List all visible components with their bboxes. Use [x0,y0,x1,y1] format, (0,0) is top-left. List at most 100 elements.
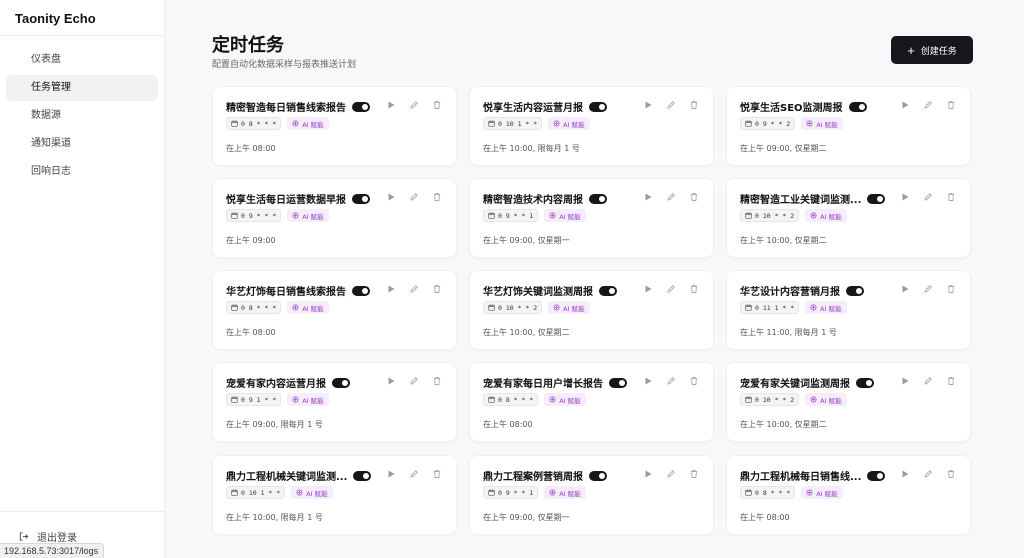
task-enabled-toggle[interactable] [856,377,874,388]
delete-icon[interactable] [689,192,699,202]
run-icon[interactable] [643,192,653,202]
delete-icon[interactable] [432,100,442,110]
edit-icon[interactable] [923,376,933,386]
edit-icon[interactable] [666,192,676,202]
delete-icon[interactable] [689,284,699,294]
task-enabled-toggle[interactable] [589,470,607,481]
delete-icon[interactable] [946,100,956,110]
task-schedule: 在上午 10:00, 仅星期二 [483,328,570,337]
task-card-header: 华艺灯饰每日销售线索报告 [226,283,370,298]
delete-icon[interactable] [432,284,442,294]
task-title: 精密智造每日销售线索报告 [226,103,346,114]
run-icon[interactable] [900,469,910,479]
page-title: 定时任务 [212,35,284,56]
run-icon[interactable] [643,469,653,479]
edit-icon[interactable] [409,100,419,110]
sidebar-item-logs[interactable]: 回响日志 [6,159,158,185]
run-icon[interactable] [386,376,396,386]
sparkle-icon [292,120,299,127]
sidebar-item-notifications[interactable]: 通知渠道 [6,131,158,157]
cron-badge: 0 9 1 * * [226,393,282,406]
sparkle-icon [549,396,556,403]
ai-badge: AI 赋能 [805,393,847,406]
task-enabled-toggle[interactable] [867,470,886,481]
edit-icon[interactable] [666,469,676,479]
task-tags: 0 8 * * * AI 赋能 [226,301,329,314]
delete-icon[interactable] [689,100,699,110]
task-enabled-toggle[interactable] [352,101,370,112]
cron-badge: 0 10 1 * * [226,486,286,499]
sidebar-item-dashboard[interactable]: 仪表盘 [6,47,158,73]
task-enabled-toggle[interactable] [332,377,350,388]
ai-badge: AI 赋能 [544,486,586,499]
task-card-header: 鼎力工程机械关键词监测... [226,468,372,483]
ai-badge: AI 赋能 [287,393,329,406]
run-icon[interactable] [643,376,653,386]
task-card: 鼎力工程机械关键词监测... 0 10 1 * * AI 赋能 在上午 10:0… [212,455,457,535]
sidebar-item-tasks[interactable]: 任务管理 [6,75,158,101]
task-card-header: 华艺灯饰关键词监测周报 [483,283,617,298]
task-enabled-toggle[interactable] [353,470,372,481]
task-enabled-toggle[interactable] [589,193,607,204]
edit-icon[interactable] [923,284,933,294]
edit-icon[interactable] [923,192,933,202]
task-title: 宠爱有家内容运营月报 [226,379,326,390]
run-icon[interactable] [900,284,910,294]
ai-label: AI 赋能 [820,396,842,405]
delete-icon[interactable] [946,284,956,294]
task-enabled-toggle[interactable] [846,285,864,296]
calendar-icon [231,212,238,219]
delete-icon[interactable] [432,469,442,479]
run-icon[interactable] [900,100,910,110]
task-title: 华艺灯饰每日销售线索报告 [226,287,346,298]
run-icon[interactable] [643,100,653,110]
sidebar-item-datasources[interactable]: 数据源 [6,103,158,129]
delete-icon[interactable] [946,192,956,202]
edit-icon[interactable] [923,100,933,110]
edit-icon[interactable] [409,469,419,479]
task-actions [386,376,442,386]
task-actions [643,284,699,294]
logout-icon [19,532,29,541]
run-icon[interactable] [900,376,910,386]
delete-icon[interactable] [946,376,956,386]
logout-button[interactable]: 退出登录 [18,529,77,544]
edit-icon[interactable] [409,192,419,202]
task-actions [900,192,956,202]
task-enabled-toggle[interactable] [867,193,886,204]
cron-expression: 0 8 * * * [241,119,277,128]
edit-icon[interactable] [923,469,933,479]
edit-icon[interactable] [409,376,419,386]
task-tags: 0 8 * * * AI 赋能 [740,486,843,499]
task-enabled-toggle[interactable] [609,377,627,388]
create-task-button[interactable]: + 创建任务 [891,36,973,64]
edit-icon[interactable] [666,284,676,294]
run-icon[interactable] [900,192,910,202]
ai-badge: AI 赋能 [548,301,590,314]
run-icon[interactable] [386,192,396,202]
delete-icon[interactable] [432,192,442,202]
cron-expression: 0 9 * * 2 [755,119,791,128]
run-icon[interactable] [386,469,396,479]
run-icon[interactable] [386,284,396,294]
calendar-icon [745,304,752,311]
run-icon[interactable] [643,284,653,294]
delete-icon[interactable] [689,469,699,479]
cron-badge: 0 8 * * * [226,117,282,130]
delete-icon[interactable] [946,469,956,479]
calendar-icon [745,212,752,219]
run-icon[interactable] [386,100,396,110]
task-enabled-toggle[interactable] [352,193,370,204]
task-enabled-toggle[interactable] [352,285,370,296]
task-enabled-toggle[interactable] [589,101,607,112]
task-actions [900,376,956,386]
edit-icon[interactable] [409,284,419,294]
task-card: 精密智造技术内容周报 0 9 * * 1 AI 赋能 在上午 09:00, 仅星… [469,178,714,258]
delete-icon[interactable] [432,376,442,386]
edit-icon[interactable] [666,100,676,110]
task-enabled-toggle[interactable] [599,285,617,296]
task-enabled-toggle[interactable] [848,101,867,112]
ai-label: AI 赋能 [820,212,842,221]
delete-icon[interactable] [689,376,699,386]
edit-icon[interactable] [666,376,676,386]
